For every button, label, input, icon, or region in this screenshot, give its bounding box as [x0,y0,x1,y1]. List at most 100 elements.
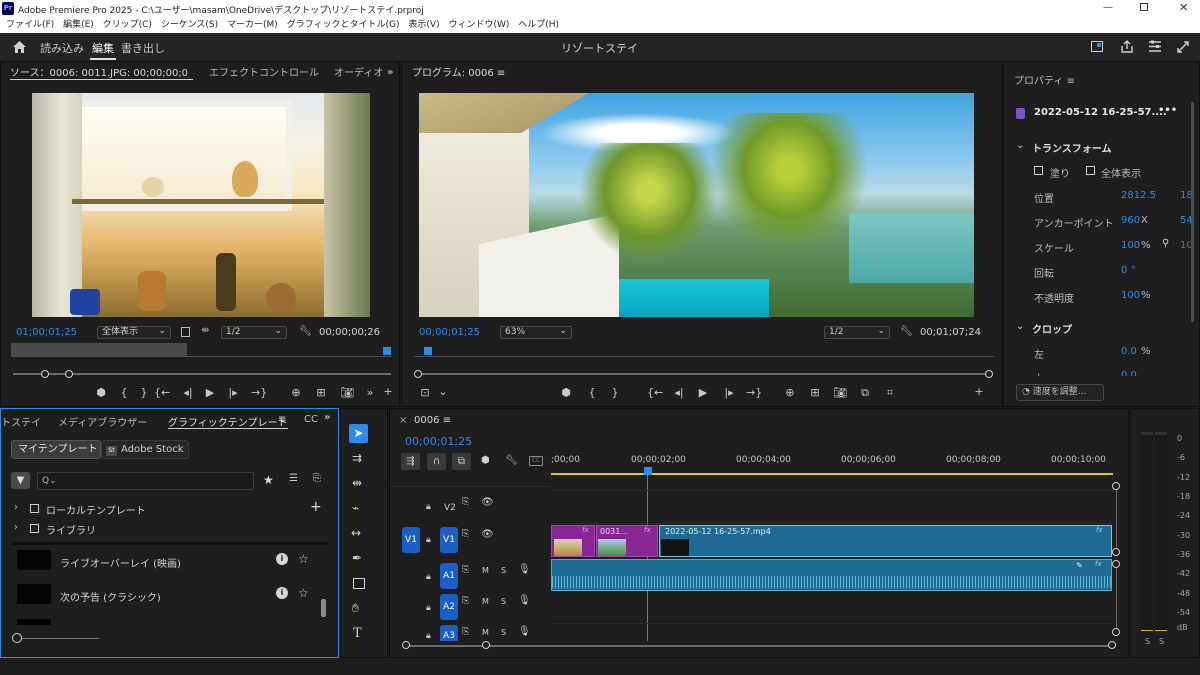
clip-more-icon[interactable]: ••• [1158,105,1177,116]
timeline-ruler[interactable]: ;00;00 00;00;02;00 00;00;04;00 00;00;06;… [551,453,1113,475]
anchor-value[interactable]: 960 [1121,215,1140,226]
v1-sync-icon[interactable]: ⎘ [462,529,469,539]
program-mark-in-icon[interactable]: { [585,386,599,399]
program-play-icon[interactable]: ▶ [696,386,710,399]
tab-export[interactable]: 書き出し [121,40,165,56]
program-settings-wrench-icon[interactable]: 🔧︎ [900,326,913,337]
speed-adjust-button[interactable]: ◔ 速度を調整... [1016,384,1104,401]
tab-import[interactable]: 読み込み [40,40,84,56]
overwrite-button-icon[interactable]: ⊞ [314,386,328,399]
track-select-tool-icon[interactable]: ⇉ [352,451,362,465]
fill-label[interactable]: 塗り [1050,165,1070,180]
minimize-icon[interactable]: — [1103,2,1113,13]
a2-target[interactable]: A2 [440,594,458,620]
template-search-input[interactable]: Q⌄ [37,472,254,490]
a1-lock-icon[interactable]: 🔒︎ [426,572,431,582]
program-ruler[interactable] [414,343,994,357]
library-chevron-icon[interactable]: › [14,522,18,533]
type-tool-icon[interactable]: T [353,626,362,641]
mark-out-icon[interactable]: } [137,386,151,399]
timeline-hscroll-left[interactable] [402,641,410,649]
program-add-marker-icon[interactable]: ⬢ [559,386,573,399]
play-icon[interactable]: ▶ [203,386,217,399]
home-icon[interactable] [12,40,27,54]
maximize-icon[interactable] [1140,3,1148,11]
tab-media-browser[interactable]: メディアブラウザー [58,414,147,429]
a3-mute-button[interactable]: M [482,628,489,637]
fullscreen-icon[interactable] [1176,40,1190,54]
a2-mute-button[interactable]: M [482,597,489,606]
tab-audio[interactable]: オーディオ [334,65,383,83]
source-resolution-select[interactable]: 1/2 ⌄ [221,326,287,339]
menu-edit[interactable]: 編集(E) [63,18,94,33]
menu-help[interactable]: ヘルプ(H) [518,18,559,33]
step-forward-icon[interactable]: |▸ [226,386,240,399]
tab-graphic-templates[interactable]: グラフィックテンプレート [168,414,286,429]
add-marker-timeline-icon[interactable]: ⬢ [481,455,490,466]
menu-view[interactable]: 表示(V) [408,18,439,33]
a3-lock-icon[interactable]: 🔒︎ [426,631,431,641]
lift-icon[interactable]: ⊕ [783,386,797,399]
pen-tool-icon[interactable]: ✒ [352,551,362,565]
template-scrollbar[interactable] [321,599,326,617]
more-tabs-icon[interactable]: » [387,64,393,82]
v1-target[interactable]: V1 [440,527,458,553]
workspace-menu-icon[interactable] [1148,40,1162,53]
a2-solo-button[interactable]: S [501,597,506,606]
scale-value[interactable]: 100 [1121,240,1140,251]
program-title[interactable]: プログラム: 0006 ≡ [412,65,505,83]
menu-graphics[interactable]: グラフィックとタイトル(G) [287,18,400,33]
opacity-value[interactable]: 100 [1121,290,1140,301]
template-star-icon-2[interactable]: ☆ [298,586,309,600]
menu-file[interactable]: ファイル(F) [6,18,54,33]
program-export-frame-icon[interactable]: 📷︎ [833,386,847,399]
timeline-hscroll-right[interactable] [1108,641,1116,649]
timeline-hscroll-mid[interactable] [482,641,490,649]
a3-mic-icon[interactable]: 🎙︎ [518,626,531,637]
export-frame-icon[interactable]: 📷︎ [340,386,354,399]
insert-icon[interactable]: ⇼ [201,325,209,336]
menu-sequence[interactable]: シーケンス(S) [161,18,218,33]
v2-track-area[interactable] [551,490,1113,524]
nest-toggle-icon[interactable]: ⇶ [401,453,420,470]
transform-section-title[interactable]: トランスフォーム [1032,140,1112,155]
source-zoom-handle-left[interactable] [41,370,49,378]
audio-scroll-top-handle[interactable] [1112,560,1120,568]
properties-title[interactable]: プロパティ ≡ [1014,72,1075,87]
a2-lock-icon[interactable]: 🔒︎ [426,603,431,613]
menu-clip[interactable]: クリップ(C) [103,18,152,33]
template-name-1[interactable]: ライブオーバーレイ (映画) [60,555,181,570]
meter-solo-left[interactable]: S [1145,637,1150,646]
scale-link-icon[interactable]: ⚲ [1162,238,1169,249]
timeline-settings-icon[interactable]: 🔧︎ [505,455,518,466]
clip-v1-3[interactable]: 2022-05-12 16-25-57.mp4 fx [659,525,1112,557]
tab-source[interactable]: ソース：0006: 0011.JPG: 00;00;00;0 [10,65,198,83]
more-buttons-icon[interactable]: » [363,386,377,399]
program-marker-list-icon[interactable]: ⊡ [418,386,432,399]
clip-a1[interactable]: ✎︎ fx [551,559,1112,591]
video-scroll-track[interactable] [1116,487,1117,551]
work-area-bar[interactable] [551,473,1113,475]
razor-tool-icon[interactable]: ⌁ [352,501,359,515]
fit-label[interactable]: 全体表示 [1101,165,1141,180]
program-dropdown-icon[interactable]: ⌄ [436,385,450,398]
favorites-star-icon[interactable]: ★ [263,473,274,487]
crop-chevron-icon[interactable]: ⌄ [1016,321,1024,332]
tab-cc[interactable]: CC [304,414,318,425]
program-go-to-out-icon[interactable]: →} [746,386,762,399]
a2-track-area[interactable] [551,592,1113,624]
crop-top-value[interactable]: 0.0 [1121,370,1137,376]
close-icon[interactable]: ✕ [1179,1,1188,14]
video-scroll-top-handle[interactable] [1112,482,1120,490]
a1-solo-button[interactable]: S [501,566,506,575]
rotation-value[interactable]: 0 ° [1121,265,1136,276]
template-name-2[interactable]: 次の予告 (クラシック) [60,589,161,604]
source-zoom-handle-right[interactable] [65,370,73,378]
safe-margins-icon[interactable] [181,327,190,337]
audio-scroll-bottom-handle[interactable] [1112,628,1120,636]
timeline-timecode[interactable]: 00;00;01;25 [405,435,472,448]
source-ruler[interactable] [11,343,391,357]
meter-solo-right[interactable]: S [1159,637,1164,646]
my-templates-tab[interactable]: マイテンプレート [11,440,101,459]
go-to-in-icon[interactable]: {← [154,386,170,399]
